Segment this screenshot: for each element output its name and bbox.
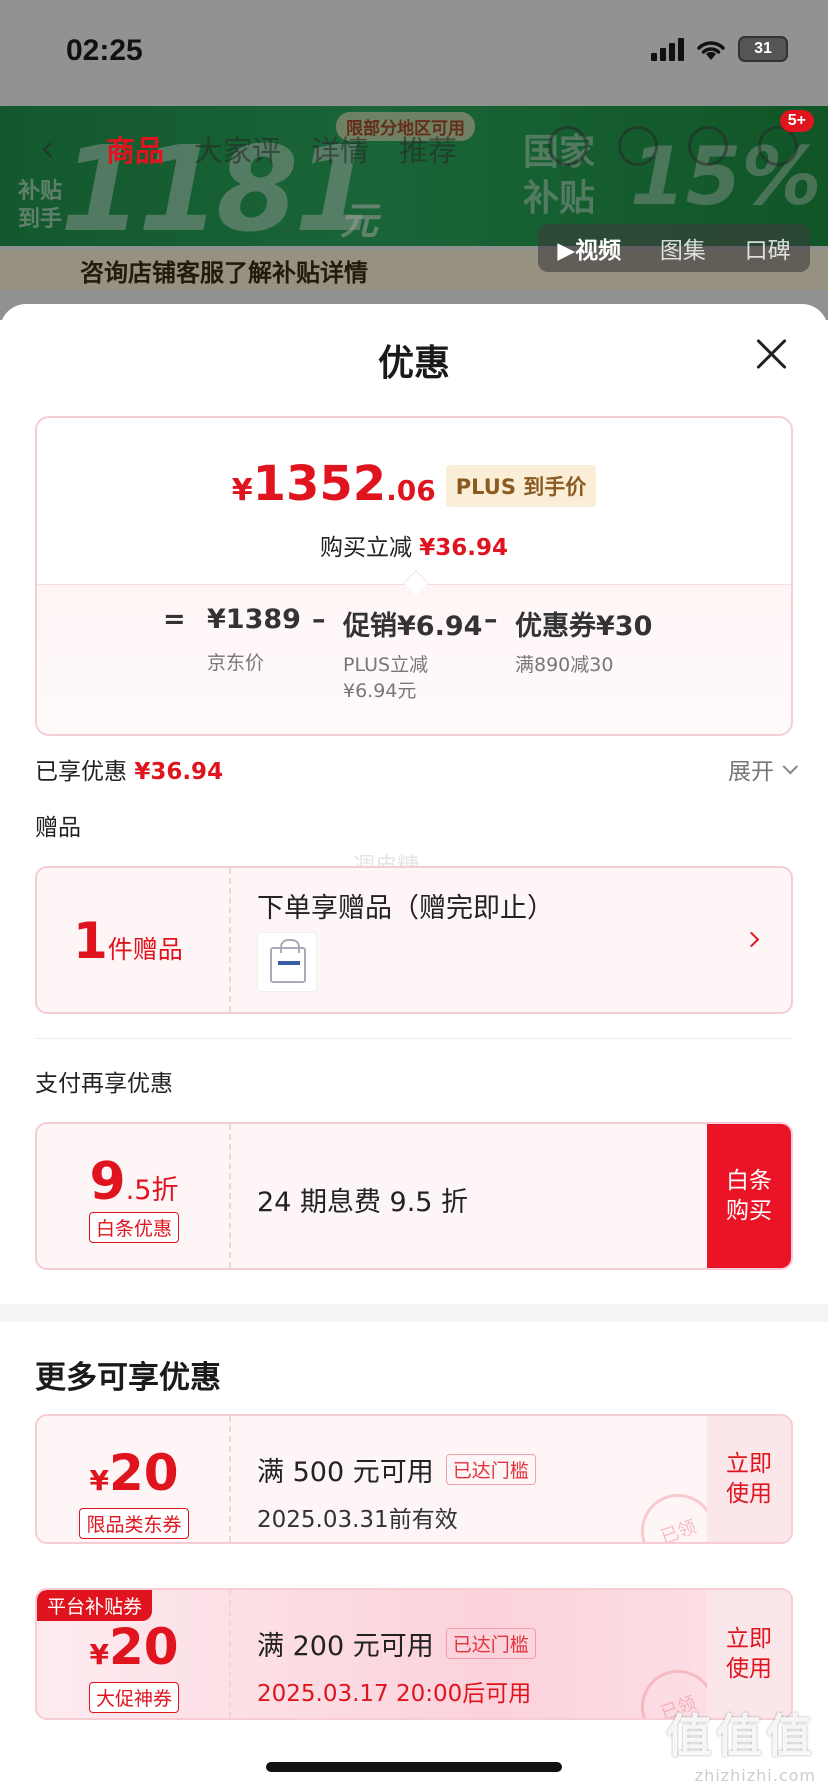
final-price: ¥1352.06 xyxy=(231,456,436,512)
calc-base-price: ¥1389 xyxy=(207,604,301,635)
nav-actions xyxy=(548,126,798,166)
calc-minus-2: – xyxy=(484,604,498,635)
baitiao-tag: 白条优惠 xyxy=(88,1212,179,1243)
calc-equals: = xyxy=(163,604,186,635)
platform-subsidy-tag: 平台补贴券 xyxy=(37,1590,153,1621)
use-now-button[interactable]: 立即 使用 xyxy=(707,1590,791,1718)
coupon-validity: 2025.03.17 20:00后可用 xyxy=(257,1681,532,1707)
site-watermark: 值值值 zhizhizhi.com xyxy=(666,1709,816,1785)
pay-section-label: 支付再享优惠 xyxy=(35,1071,173,1097)
price-summary-card: ¥1352.06 PLUS 到手价 购买立减 ¥36.94 = ¥1389 京东… xyxy=(35,416,793,736)
threshold-reached-tag: 已达门槛 xyxy=(445,1628,536,1659)
calc-promo-label: PLUS立减 xyxy=(343,654,429,676)
threshold-reached-tag: 已达门槛 xyxy=(445,1454,536,1485)
use-now-button[interactable]: 立即 使用 xyxy=(707,1416,791,1542)
star-icon[interactable] xyxy=(618,126,658,166)
chevron-down-icon xyxy=(782,758,799,774)
gift-card[interactable]: 1件赠品 下单享赠品（赠完即止） xyxy=(35,866,793,1014)
chevron-right-icon xyxy=(743,931,760,948)
calc-coupon: 优惠券¥30 xyxy=(515,611,653,642)
media-tabs: ▶视频 图集 口碑 xyxy=(538,224,810,272)
battery-icon: 31 xyxy=(738,36,788,62)
plus-price-tag: PLUS 到手价 xyxy=(445,465,597,507)
wifi-icon xyxy=(697,41,725,60)
gift-section-label: 赠品 xyxy=(35,815,81,841)
coupon-amount: ¥20 xyxy=(89,1444,179,1502)
enjoyed-discount: 已享优惠 ¥36.94 xyxy=(35,759,224,785)
tab-recommend[interactable]: 推荐 xyxy=(399,128,457,170)
home-indicator[interactable] xyxy=(266,1762,562,1772)
coupon-condition: 满 200 元可用 已达门槛 xyxy=(257,1624,536,1663)
gift-title: 下单享赠品（赠完即止） xyxy=(257,893,554,924)
baitiao-text: 24 期息费 9.5 折 xyxy=(257,1187,469,1218)
more-icon[interactable] xyxy=(758,126,798,166)
back-icon[interactable]: ‹ xyxy=(40,126,55,170)
product-page-background: 补贴 到手 1181 元 国家 补贴 15% 咨询店铺客服了解补贴详情 限部分地… xyxy=(0,0,828,320)
calc-promo-amount: ¥6.94元 xyxy=(343,680,417,702)
calc-promo: 促销¥6.94 xyxy=(343,611,483,642)
tab-gallery[interactable]: 图集 xyxy=(660,231,706,265)
more-offers-title: 更多可享优惠 xyxy=(35,1360,221,1396)
status-icons: 31 xyxy=(651,36,788,62)
baitiao-card: 9.5折 白条优惠 24 期息费 9.5 折 白条 购买 xyxy=(35,1122,793,1270)
calc-minus-1: – xyxy=(312,604,326,635)
tab-details[interactable]: 详情 xyxy=(311,128,369,170)
coupon-validity: 2025.03.31前有效 xyxy=(257,1507,458,1533)
sheet-title: 优惠 xyxy=(377,343,450,384)
expand-button[interactable]: 展开 xyxy=(728,752,799,786)
coupon-amount: ¥20 xyxy=(89,1618,179,1676)
tab-reputation[interactable]: 口碑 xyxy=(745,231,791,265)
section-gap xyxy=(0,1304,828,1322)
status-time: 02:25 xyxy=(66,34,143,67)
gift-count: 1件赠品 xyxy=(73,912,183,970)
discount-line: 购买立减 ¥36.94 xyxy=(319,535,509,561)
final-price-row: ¥1352.06 PLUS 到手价 xyxy=(37,456,791,513)
close-icon[interactable] xyxy=(754,336,788,370)
signal-icon xyxy=(651,37,684,61)
tab-reviews[interactable]: 大家评 xyxy=(194,128,281,170)
tab-product[interactable]: 商品 xyxy=(106,128,164,170)
search-icon[interactable] xyxy=(548,126,588,166)
coupon-type-tag: 限品类东券 xyxy=(79,1508,189,1539)
baitiao-buy-button[interactable]: 白条 购买 xyxy=(707,1124,791,1268)
calc-coupon-label: 满890减30 xyxy=(515,654,614,676)
coupon-condition: 满 500 元可用 已达门槛 xyxy=(257,1450,536,1489)
product-nav: ‹ 商品 大家评 详情 推荐 5+ xyxy=(0,110,828,174)
nav-tabs: 商品 大家评 详情 推荐 xyxy=(106,128,457,170)
discount-sheet: 优惠 ¥1352.06 PLUS 到手价 购买立减 ¥36.94 = ¥1389… xyxy=(0,304,828,1792)
coupon-card: ¥20 限品类东券 满 500 元可用 已达门槛 2025.03.31前有效 已… xyxy=(35,1414,793,1544)
gift-bag-image xyxy=(257,932,317,992)
tab-video[interactable]: ▶视频 xyxy=(557,231,621,265)
share-icon[interactable] xyxy=(688,126,728,166)
section-divider xyxy=(35,1038,793,1039)
coupon-type-tag: 大促神券 xyxy=(88,1682,179,1713)
calc-base-label: 京东价 xyxy=(207,652,265,674)
baitiao-discount: 9.5折 xyxy=(89,1152,179,1212)
message-badge: 5+ xyxy=(779,110,814,132)
discount-value: ¥36.94 xyxy=(419,535,509,561)
